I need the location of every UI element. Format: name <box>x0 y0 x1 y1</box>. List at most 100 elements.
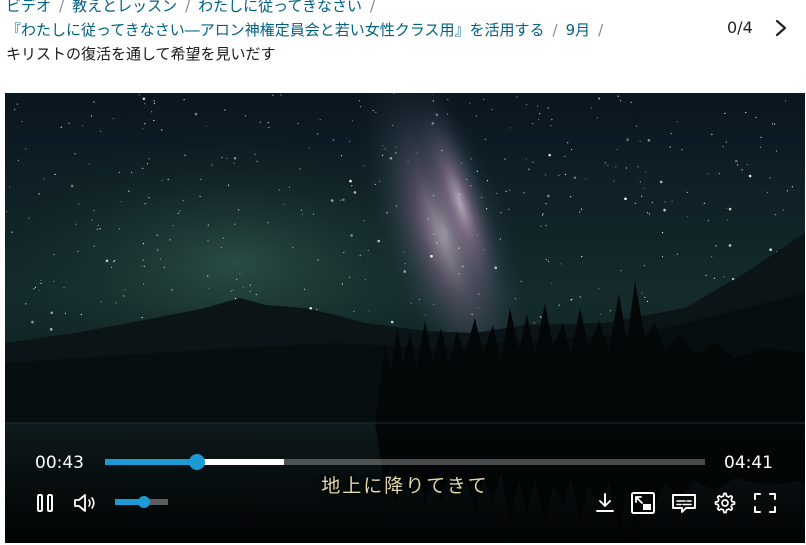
star <box>207 275 209 277</box>
star <box>159 258 161 260</box>
star <box>748 174 752 178</box>
star <box>481 196 483 198</box>
star <box>249 290 251 292</box>
star <box>520 280 522 283</box>
star <box>292 247 294 249</box>
star <box>234 298 237 300</box>
star <box>163 266 165 268</box>
star <box>703 202 705 204</box>
captions-button[interactable] <box>670 489 698 517</box>
star <box>151 111 153 113</box>
star <box>221 156 223 158</box>
star <box>211 164 213 166</box>
download-icon <box>596 493 614 512</box>
breadcrumb-link-teachings[interactable]: 教えとレッスン <box>72 0 177 15</box>
duration-time: 04:41 <box>724 453 773 473</box>
star <box>508 208 510 210</box>
star <box>100 301 102 303</box>
star <box>462 265 464 267</box>
download-button[interactable] <box>591 489 619 517</box>
played-bar <box>105 459 197 465</box>
star <box>441 149 443 152</box>
star <box>478 293 480 295</box>
picture-in-picture-button[interactable] <box>629 489 657 517</box>
star <box>267 222 269 224</box>
star <box>647 139 651 142</box>
star <box>317 133 319 135</box>
star <box>705 274 707 276</box>
star <box>113 261 115 263</box>
star <box>571 299 573 301</box>
star <box>268 126 270 128</box>
star <box>220 246 222 248</box>
star <box>17 159 19 161</box>
star <box>90 115 92 117</box>
star <box>560 263 562 265</box>
star <box>643 187 646 190</box>
star <box>403 270 407 273</box>
star <box>144 123 146 125</box>
breadcrumb-link-come-follow-me[interactable]: わたしに従ってきなさい <box>198 0 362 15</box>
star <box>381 154 384 156</box>
star <box>404 263 406 265</box>
star <box>316 308 318 310</box>
star <box>272 94 274 96</box>
star <box>545 259 548 261</box>
star <box>138 94 140 96</box>
star <box>573 176 577 179</box>
star <box>416 152 418 154</box>
star <box>471 313 473 315</box>
star <box>153 102 155 105</box>
star <box>319 119 321 121</box>
star <box>759 146 762 148</box>
star <box>723 276 725 278</box>
star <box>774 123 776 125</box>
star <box>278 189 280 191</box>
star <box>49 328 53 331</box>
star <box>509 127 511 129</box>
breadcrumb-link-manual[interactable]: 『わたしに従ってきなさい―アロン神権定員会と若い女性クラス用』を活用する <box>6 21 545 39</box>
settings-button[interactable] <box>711 489 739 517</box>
star <box>386 212 388 214</box>
video-player[interactable]: 地上に降りてきて 00:43 04:41 <box>5 93 805 543</box>
pause-button[interactable] <box>31 489 59 517</box>
star <box>636 125 638 127</box>
star <box>581 256 583 258</box>
mute-button[interactable] <box>71 489 99 517</box>
star <box>349 140 351 142</box>
star <box>433 195 435 197</box>
breadcrumb-link-september[interactable]: 9月 <box>566 21 591 39</box>
next-button[interactable] <box>768 15 794 41</box>
progress-knob[interactable] <box>188 454 205 470</box>
star <box>153 100 155 102</box>
star <box>538 118 540 120</box>
star <box>727 219 729 221</box>
star <box>142 259 144 261</box>
progress-bar[interactable] <box>105 454 705 470</box>
volume-slider[interactable] <box>115 496 168 508</box>
star <box>142 97 146 101</box>
star <box>615 166 617 168</box>
star <box>718 173 721 175</box>
star <box>545 203 547 205</box>
star <box>34 286 37 288</box>
star <box>544 174 547 176</box>
star <box>64 312 66 314</box>
star <box>548 260 550 262</box>
star <box>466 178 468 180</box>
breadcrumb-link-videos[interactable]: ビデオ <box>6 0 51 15</box>
star <box>112 118 114 120</box>
star <box>639 181 641 183</box>
star <box>509 189 511 191</box>
star <box>364 278 367 281</box>
star <box>728 207 732 211</box>
fullscreen-button[interactable] <box>751 489 779 517</box>
star <box>596 117 599 119</box>
star <box>302 213 304 215</box>
star <box>613 180 615 182</box>
star <box>143 265 145 267</box>
star <box>607 164 609 166</box>
star <box>427 218 429 220</box>
star <box>199 195 201 198</box>
star <box>504 158 506 160</box>
